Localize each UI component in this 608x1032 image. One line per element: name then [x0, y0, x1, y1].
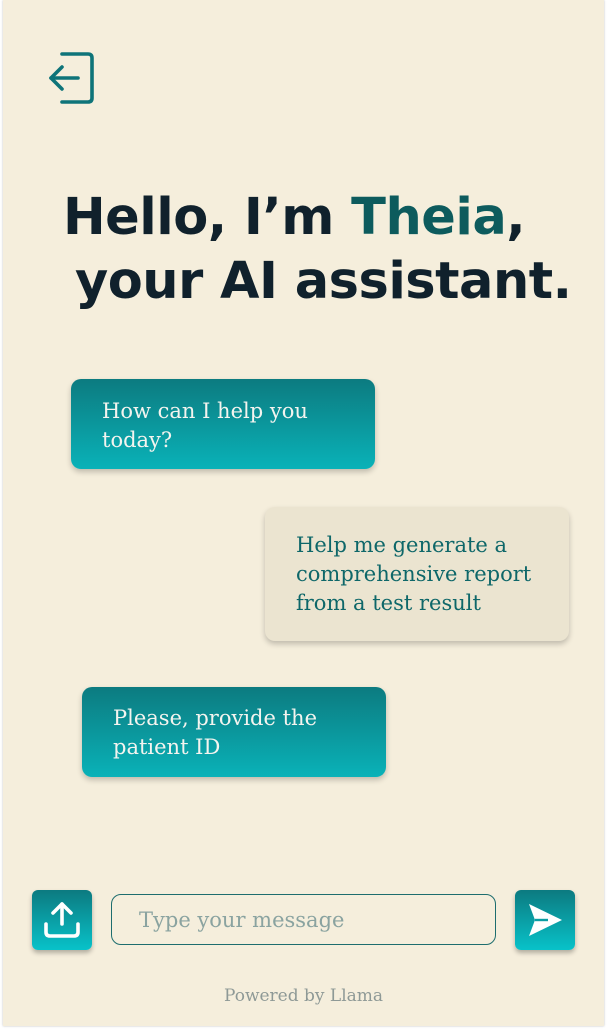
greeting-line-2: your AI assistant. — [75, 252, 572, 311]
greeting-prefix: Hello, I’m — [63, 188, 352, 247]
message-text: Help me generate a comprehensive report … — [296, 533, 532, 615]
send-icon — [529, 904, 562, 936]
assistant-message-bubble: How can I help you today? — [71, 379, 375, 469]
app-screen: Hello, I’m Theia, your AI assistant. How… — [3, 0, 604, 1026]
powered-by-footer: Powered by Llama — [223, 986, 384, 1006]
message-input[interactable] — [111, 894, 496, 945]
greeting-heading: Hello, I’m Theia, your AI assistant. — [63, 186, 583, 314]
greeting-comma: , — [506, 188, 526, 247]
message-text: How can I help you today? — [102, 399, 308, 452]
send-button[interactable] — [515, 890, 575, 950]
user-message-bubble: Help me generate a comprehensive report … — [265, 507, 569, 641]
assistant-message-bubble: Please, provide the patient ID — [82, 687, 386, 777]
logout-button[interactable] — [48, 50, 96, 106]
upload-button[interactable] — [32, 890, 92, 950]
logout-icon — [49, 52, 94, 104]
assistant-name: Theia — [351, 188, 507, 247]
message-text: Please, provide the patient ID — [113, 706, 317, 759]
upload-icon — [44, 902, 80, 938]
